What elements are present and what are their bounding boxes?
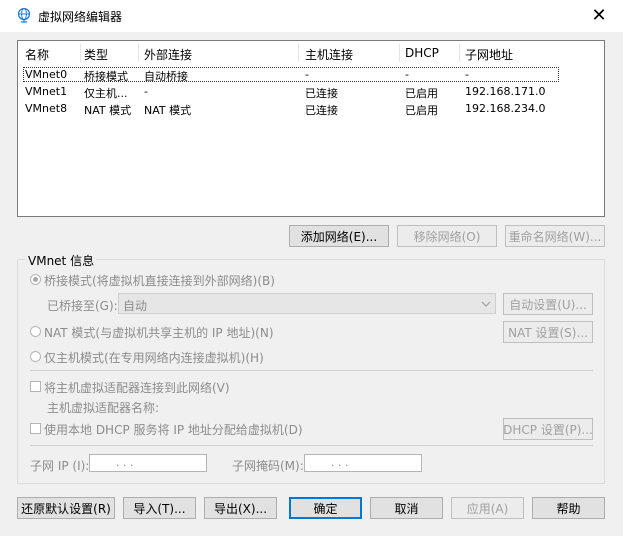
window-title: 虚拟网络编辑器 — [38, 10, 123, 24]
column-separator — [399, 44, 400, 62]
table-cell-subnet: 192.168.234.0 — [465, 102, 546, 115]
column-header-external[interactable]: 外部连接 — [144, 46, 192, 63]
network-globe-icon — [17, 7, 31, 23]
bridged-to-value: 自动 — [123, 299, 148, 313]
cancel-button[interactable]: 取消 — [370, 497, 443, 519]
column-separator — [138, 44, 139, 62]
table-cell-host: - — [305, 68, 309, 81]
table-cell-external: NAT 模式 — [144, 104, 192, 117]
divider — [30, 370, 593, 371]
column-header-type[interactable]: 类型 — [84, 46, 108, 63]
restore-defaults-button[interactable]: 还原默认设置(R) — [17, 497, 115, 519]
subnet-ip-label: 子网 IP (I): — [30, 459, 90, 473]
table-cell-host: 已连接 — [305, 104, 338, 117]
host-only-label: 仅主机模式(在专用网络内连接虚拟机)(H) — [44, 351, 264, 365]
connect-adapter-checkbox[interactable] — [30, 381, 41, 392]
nat-settings-button[interactable]: NAT 设置(S)... — [503, 321, 593, 343]
table-cell-dhcp: - — [405, 68, 409, 81]
add-network-button[interactable]: 添加网络(E)... — [289, 225, 389, 247]
table-cell-subnet: 192.168.171.0 — [465, 85, 546, 98]
nat-mode-radio[interactable] — [30, 326, 41, 337]
table-cell-type: 仅主机... — [84, 87, 128, 100]
bridged-to-select[interactable]: 自动 — [118, 293, 496, 314]
rename-network-button[interactable]: 重命名网络(W)... — [505, 225, 605, 247]
nat-mode-label: NAT 模式(与虚拟机共享主机的 IP 地址)(N) — [44, 326, 274, 340]
table-cell-dhcp: 已启用 — [405, 104, 438, 117]
adapter-name-label: 主机虚拟适配器名称: — [47, 401, 160, 415]
connect-adapter-label: 将主机虚拟适配器连接到此网络(V) — [44, 381, 230, 395]
subnet-mask-input[interactable]: . . . — [304, 454, 422, 472]
column-separator — [80, 44, 81, 62]
table-cell-external: - — [144, 85, 148, 98]
table-cell-name: VMnet0 — [25, 68, 68, 81]
vmnet-info-title: VMnet 信息 — [26, 252, 97, 269]
dhcp-settings-button[interactable]: DHCP 设置(P)... — [503, 418, 593, 440]
apply-button[interactable]: 应用(A) — [451, 497, 524, 519]
table-cell-external: 自动桥接 — [144, 70, 188, 83]
import-button[interactable]: 导入(T)... — [123, 497, 196, 519]
subnet-ip-input[interactable]: . . . — [89, 454, 207, 472]
table-cell-host: 已连接 — [305, 87, 338, 100]
table-cell-type: 桥接模式 — [84, 70, 128, 83]
bridged-to-label: 已桥接至(G): — [47, 299, 118, 313]
column-header-dhcp[interactable]: DHCP — [405, 46, 439, 60]
column-header-subnet[interactable]: 子网地址 — [465, 46, 513, 63]
divider — [30, 445, 593, 446]
chevron-down-icon — [481, 301, 491, 307]
column-header-name[interactable]: 名称 — [25, 46, 49, 63]
network-list[interactable]: 名称 类型 外部连接 主机连接 DHCP 子网地址 VMnet0 桥接模式 自动… — [17, 40, 605, 217]
bridge-mode-label: 桥接模式(将虚拟机直接连接到外部网络)(B) — [44, 274, 275, 288]
column-separator — [298, 44, 299, 62]
column-separator — [459, 44, 460, 62]
radio-selected-dot — [33, 277, 38, 282]
close-button[interactable]: ✕ — [586, 4, 612, 26]
table-cell-name: VMnet8 — [25, 102, 68, 115]
ok-button[interactable]: 确定 — [289, 497, 362, 519]
subnet-mask-label: 子网掩码(M): — [232, 459, 304, 473]
ip-dots: . . . — [331, 456, 349, 469]
table-cell-type: NAT 模式 — [84, 104, 132, 117]
table-cell-subnet: - — [465, 68, 469, 81]
export-button[interactable]: 导出(X)... — [204, 497, 277, 519]
close-icon: ✕ — [591, 4, 607, 26]
column-header-host[interactable]: 主机连接 — [305, 46, 353, 63]
host-only-radio[interactable] — [30, 351, 41, 362]
auto-settings-button[interactable]: 自动设置(U)... — [503, 293, 593, 315]
remove-network-button[interactable]: 移除网络(O) — [397, 225, 497, 247]
ip-dots: . . . — [116, 456, 134, 469]
table-cell-dhcp: 已启用 — [405, 87, 438, 100]
help-button[interactable]: 帮助 — [532, 497, 605, 519]
table-cell-name: VMnet1 — [25, 85, 68, 98]
dhcp-checkbox[interactable] — [30, 423, 41, 434]
bridge-mode-radio[interactable] — [30, 274, 41, 285]
dhcp-label: 使用本地 DHCP 服务将 IP 地址分配给虚拟机(D) — [44, 423, 303, 437]
